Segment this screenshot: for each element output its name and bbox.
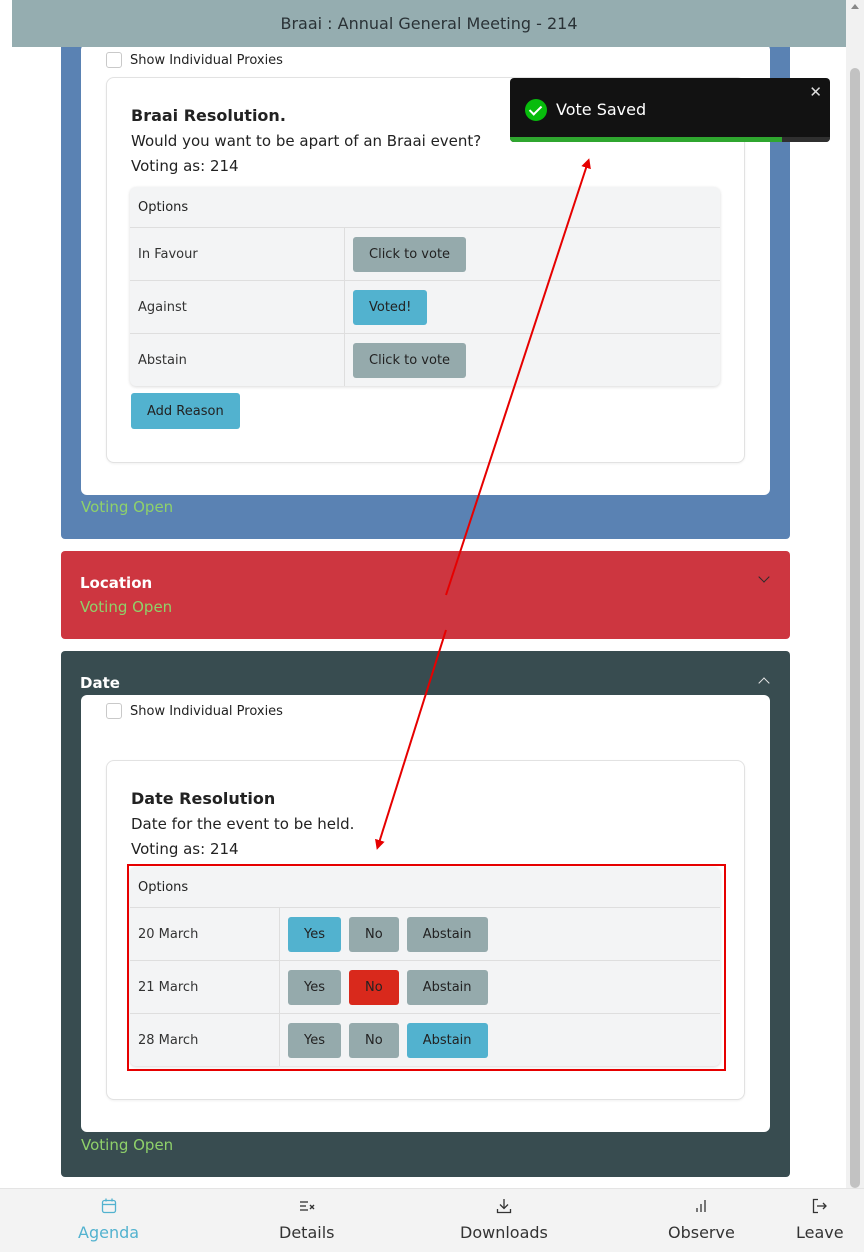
page-title: Braai : Annual General Meeting - 214 — [280, 14, 578, 33]
proxies-checkbox[interactable] — [106, 52, 122, 68]
nav-observe[interactable]: Observe — [668, 1189, 735, 1252]
vote-against-button[interactable]: Voted! — [353, 289, 428, 325]
download-icon — [496, 1199, 512, 1214]
option-label: Abstain — [130, 334, 345, 386]
calendar-icon — [101, 1198, 116, 1214]
logout-icon — [812, 1198, 827, 1214]
panel-title: Date — [80, 674, 120, 692]
vote-in-favour-button[interactable]: Click to vote — [353, 236, 467, 272]
bar-chart-icon — [696, 1200, 707, 1212]
voting-status: Voting Open — [80, 598, 173, 616]
resolution-title: Date Resolution — [131, 789, 276, 808]
add-reason-button[interactable]: Add Reason — [131, 393, 240, 429]
vote-saved-toast: Vote Saved ✕ — [510, 78, 830, 142]
resolution-title: Braai Resolution. — [131, 106, 286, 125]
resolution-description: Date for the event to be held. — [131, 815, 355, 833]
voting-as: Voting as: 214 — [131, 840, 239, 858]
panel-title: Location — [80, 574, 153, 592]
chevron-up-icon[interactable] — [758, 677, 770, 689]
option-row-abstain: Abstain Click to vote — [130, 333, 720, 386]
voting-as: Voting as: 214 — [131, 157, 239, 175]
location-resolution-panel[interactable]: Location Voting Open — [61, 551, 790, 639]
nav-label: Details — [279, 1223, 335, 1242]
option-label: Against — [130, 281, 345, 333]
show-proxies-toggle[interactable]: Show Individual Proxies — [106, 703, 283, 719]
scroll-up-icon[interactable] — [851, 4, 859, 9]
close-icon[interactable]: ✕ — [809, 83, 822, 101]
nav-label: Agenda — [78, 1223, 140, 1242]
options-table: Options In Favour Click to vote Against … — [130, 187, 720, 386]
option-row-in-favour: In Favour Click to vote — [130, 227, 720, 280]
nav-agenda[interactable]: Agenda — [78, 1189, 139, 1252]
options-header: Options — [138, 199, 189, 215]
bottom-navigation: Agenda Details Downloads Observe Leave — [0, 1188, 864, 1252]
highlight-box — [127, 864, 726, 1071]
nav-leave[interactable]: Leave — [796, 1189, 844, 1252]
nav-label: Leave — [796, 1223, 844, 1242]
page-header: Braai : Annual General Meeting - 214 — [12, 0, 846, 47]
nav-label: Downloads — [460, 1223, 548, 1242]
toast-progress-bar — [510, 137, 782, 142]
voting-status: Voting Open — [81, 1136, 174, 1154]
option-label: In Favour — [130, 228, 345, 280]
chevron-down-icon[interactable] — [758, 571, 770, 583]
scrollbar-thumb[interactable] — [850, 68, 860, 1188]
vote-abstain-button[interactable]: Click to vote — [353, 342, 467, 378]
proxies-label: Show Individual Proxies — [130, 703, 283, 719]
toast-message: Vote Saved — [556, 100, 647, 119]
list-x-icon — [299, 1201, 315, 1211]
resolution-description: Would you want to be apart of an Braai e… — [131, 132, 482, 150]
proxies-checkbox[interactable] — [106, 703, 122, 719]
check-circle-icon — [525, 99, 547, 121]
proxies-label: Show Individual Proxies — [130, 52, 283, 68]
show-proxies-toggle[interactable]: Show Individual Proxies — [106, 52, 283, 68]
voting-status: Voting Open — [81, 498, 174, 516]
nav-label: Observe — [668, 1223, 735, 1242]
option-row-against: Against Voted! — [130, 280, 720, 333]
nav-downloads[interactable]: Downloads — [460, 1189, 548, 1252]
nav-details[interactable]: Details — [279, 1189, 334, 1252]
